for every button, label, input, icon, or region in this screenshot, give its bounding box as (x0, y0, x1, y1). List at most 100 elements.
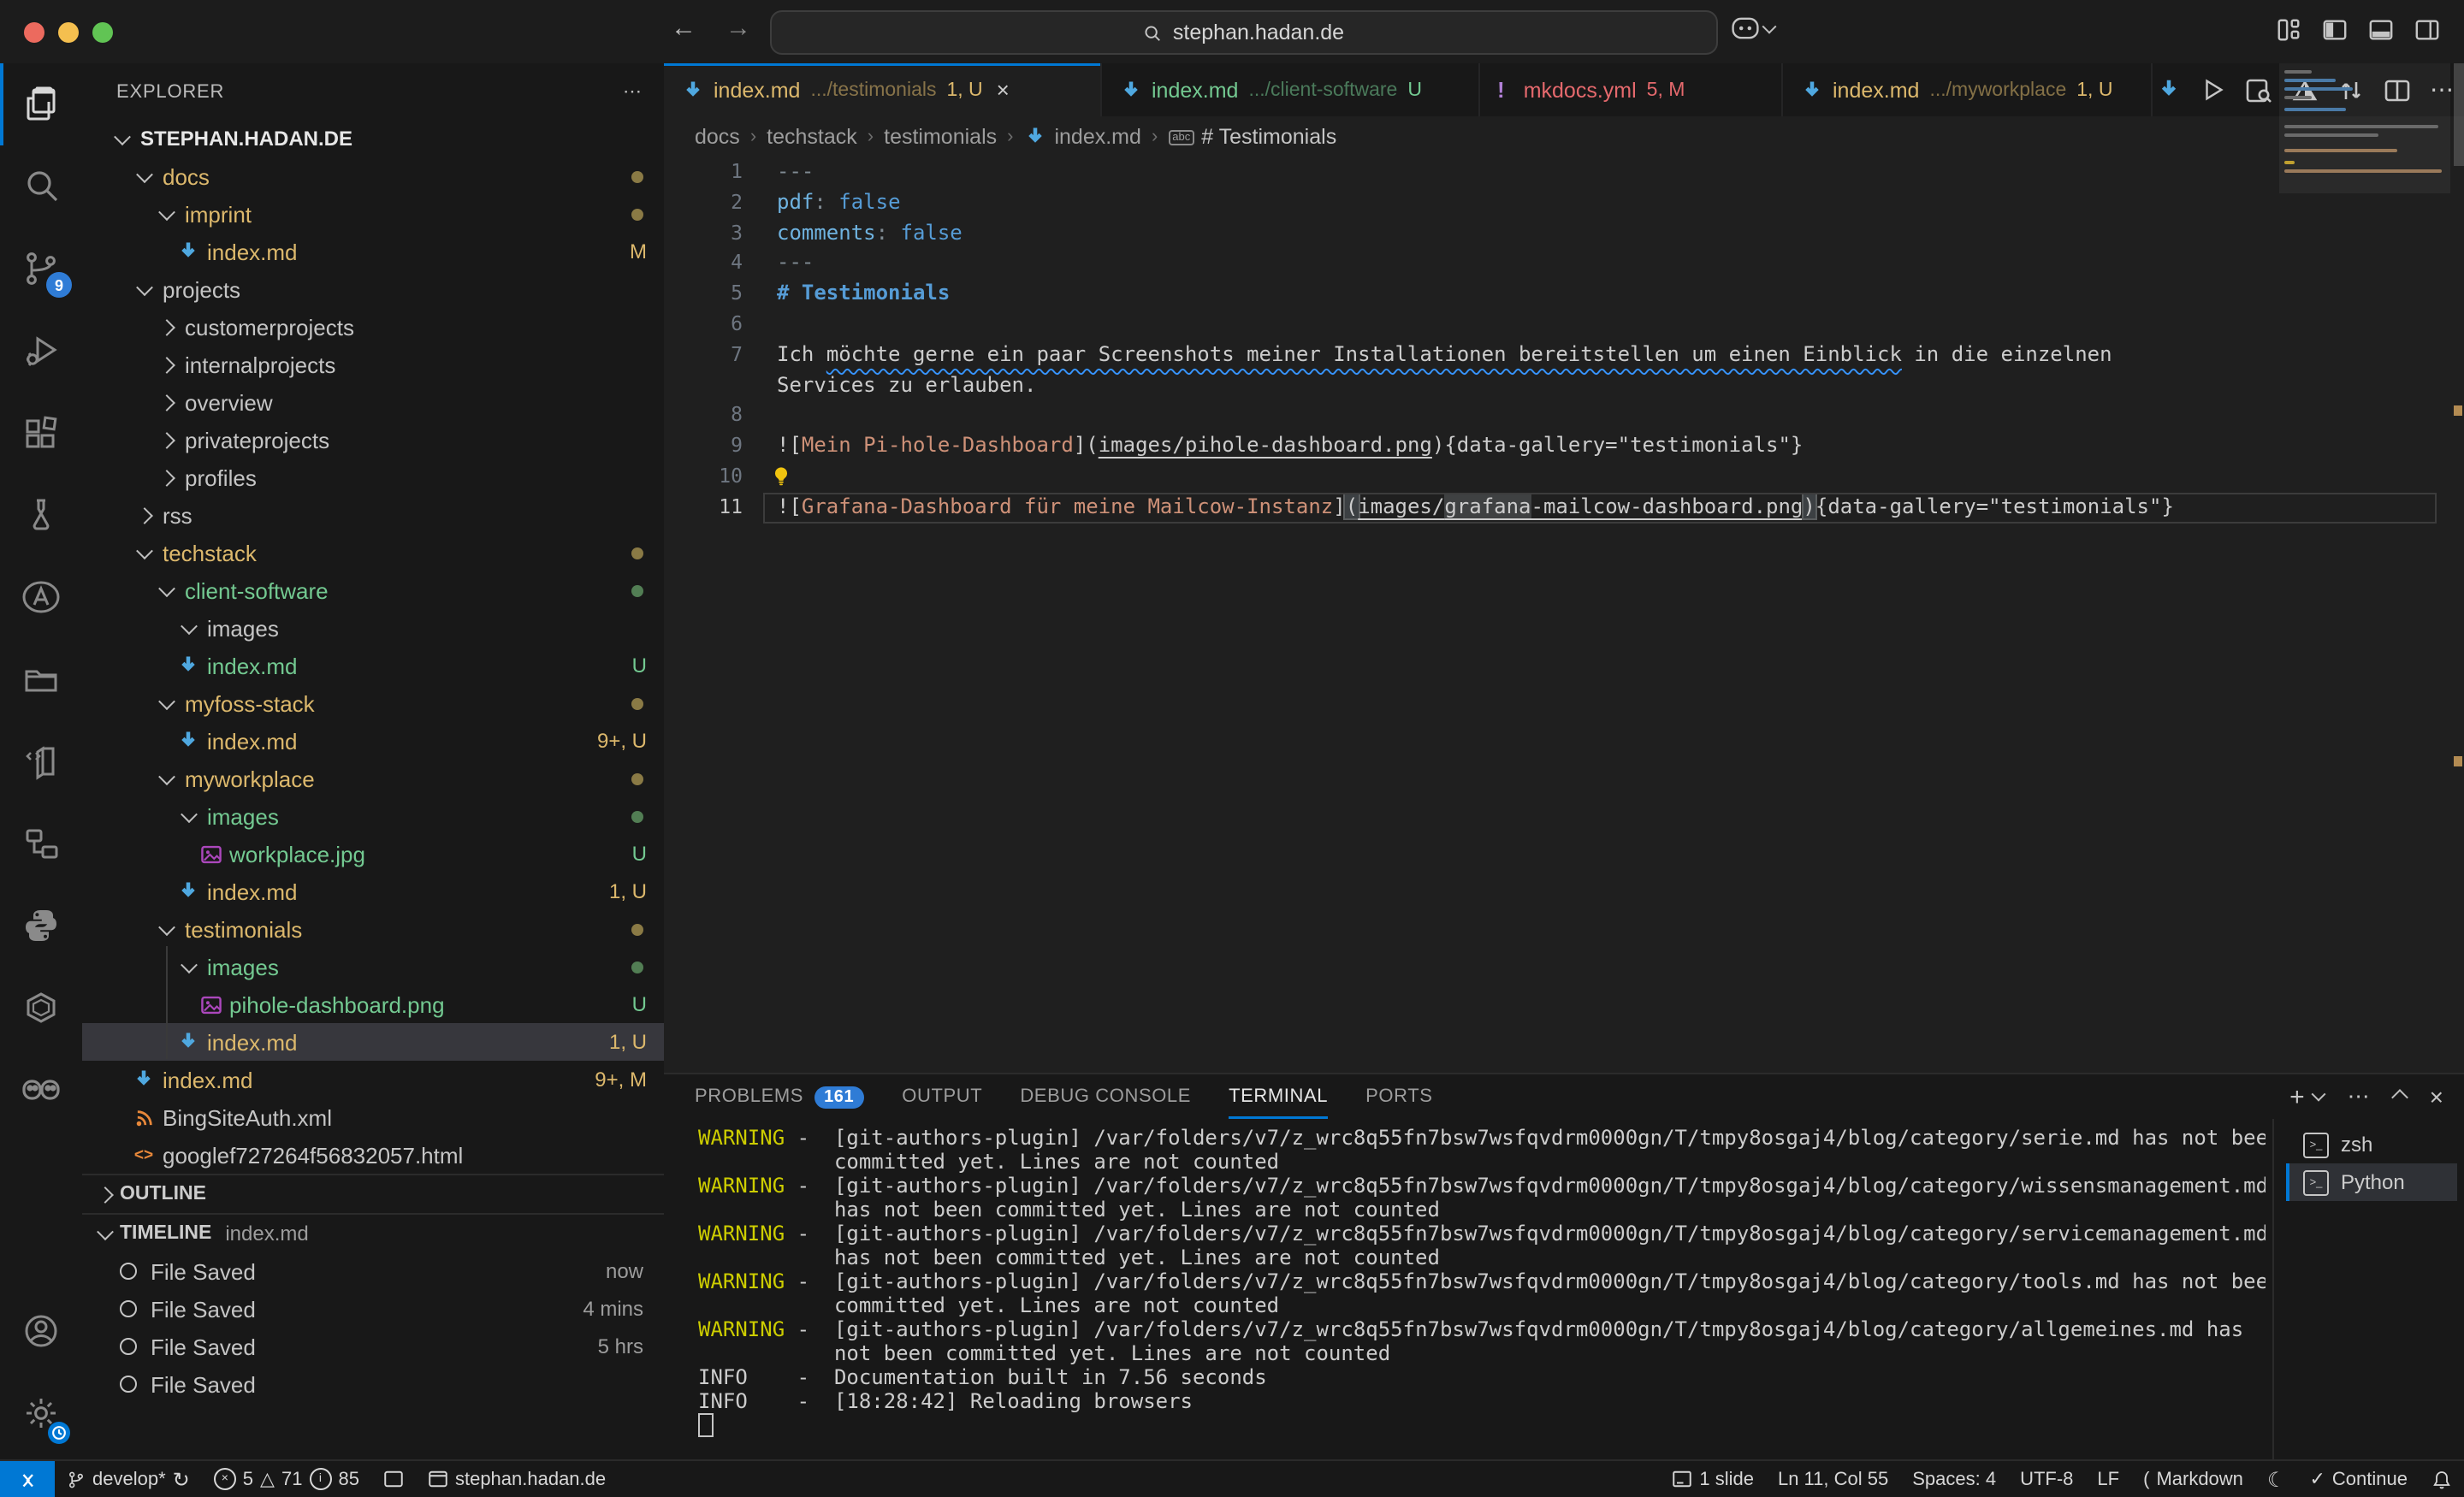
tree-item-folder[interactable]: client-software (82, 571, 664, 609)
git-branch-status[interactable]: develop* ↻ (55, 1461, 202, 1497)
continue-status[interactable]: ✓ Continue (2297, 1461, 2420, 1497)
forward-button[interactable]: → (726, 14, 751, 43)
copilot-menu[interactable] (1732, 17, 1774, 39)
encoding-status[interactable]: UTF-8 (2008, 1461, 2085, 1497)
markdown-arrow-icon[interactable] (2156, 77, 2182, 103)
close-tab-icon[interactable]: × (997, 77, 1010, 103)
slides-status[interactable]: 1 slide (1660, 1461, 1766, 1497)
editor-tab[interactable]: index.md.../myworkplace1, U (1783, 63, 2153, 116)
timeline-event[interactable]: File Saved (82, 1365, 664, 1403)
new-terminal-button[interactable]: + (2289, 1082, 2324, 1111)
terminal-instance-python[interactable]: >_Python (2286, 1163, 2457, 1201)
customize-layout-icon[interactable] (2276, 17, 2301, 43)
code-line[interactable]: 9![Mein Pi-hole-Dashboard](images/pihole… (664, 431, 2464, 462)
minimap[interactable] (2279, 63, 2450, 200)
breadcrumb-item[interactable]: abc# Testimonials (1168, 125, 1336, 149)
terminal-instance-zsh[interactable]: >_zsh (2286, 1126, 2457, 1163)
terminal-output[interactable]: WARNING - [git-authors-plugin] /var/fold… (698, 1126, 2266, 1461)
tree-item-file[interactable]: index.md9+, M (82, 1061, 664, 1098)
tree-item-folder[interactable]: myfoss-stack (82, 684, 664, 722)
panel-tab-terminal[interactable]: TERMINAL (1229, 1074, 1328, 1119)
open-preview-icon[interactable] (2245, 76, 2272, 104)
tree-item-folder[interactable]: imprint (82, 195, 664, 233)
moon-status-icon[interactable]: ☾ (2255, 1461, 2298, 1497)
explorer-view-icon[interactable] (0, 63, 82, 145)
editor-scrollbar[interactable] (2454, 63, 2464, 166)
breadcrumb-item[interactable]: testimonials (884, 125, 997, 149)
indentation-status[interactable]: Spaces: 4 (1900, 1461, 2008, 1497)
panel-tab-debug-console[interactable]: DEBUG CONSOLE (1020, 1074, 1191, 1119)
timeline-event[interactable]: File Savednow (82, 1252, 664, 1290)
tree-item-folder[interactable]: profiles (82, 459, 664, 496)
python-view-icon[interactable] (0, 885, 82, 967)
source-control-view-icon[interactable]: 9 (0, 228, 82, 310)
tree-item-file[interactable]: index.mdM (82, 233, 664, 270)
breadcrumb-item[interactable]: docs (695, 125, 740, 149)
hexagon-extension-view-icon[interactable] (0, 967, 82, 1049)
code-line[interactable]: Services zu erlauben. (664, 370, 2464, 401)
code-line[interactable]: 4--- (664, 249, 2464, 280)
org-chart-view-icon[interactable] (0, 802, 82, 885)
settings-gear-icon[interactable] (0, 1372, 82, 1454)
code-line[interactable]: 2pdf: false (664, 188, 2464, 219)
timeline-event[interactable]: File Saved4 mins (82, 1290, 664, 1328)
tree-item-file[interactable]: index.mdU (82, 647, 664, 684)
tree-item-folder[interactable]: docs (82, 157, 664, 195)
faces-extension-view-icon[interactable] (0, 1049, 82, 1131)
code-line[interactable]: 8 (664, 401, 2464, 432)
command-center-search[interactable]: stephan.hadan.de (770, 10, 1718, 55)
code-line[interactable]: 1--- (664, 157, 2464, 188)
toggle-panel-icon[interactable] (2368, 17, 2394, 43)
tree-item-file[interactable]: BingSiteAuth.xml (82, 1098, 664, 1136)
tree-item-file[interactable]: pihole-dashboard.pngU (82, 985, 664, 1023)
editor-tab[interactable]: !mkdocs.yml5, M (1480, 63, 1783, 116)
code-line[interactable]: 6 (664, 310, 2464, 340)
code-line[interactable]: 11![Grafana-Dashboard für meine Mailcow-… (664, 493, 2464, 524)
eol-status[interactable]: LF (2085, 1461, 2131, 1497)
breadcrumb-item[interactable]: techstack (767, 125, 857, 149)
back-button[interactable]: ← (671, 14, 696, 43)
code-line[interactable]: 3comments: false (664, 218, 2464, 249)
tree-item-folder[interactable]: images (82, 797, 664, 835)
tree-item-folder[interactable]: customerprojects (82, 308, 664, 346)
timeline-event[interactable]: File Saved5 hrs (82, 1328, 664, 1365)
remote-indicator[interactable] (0, 1461, 55, 1497)
testing-view-icon[interactable] (0, 474, 82, 556)
toggle-primary-sidebar-icon[interactable] (2322, 17, 2348, 43)
outline-section-header[interactable]: OUTLINE (82, 1174, 664, 1213)
panel-tab-ports[interactable]: PORTS (1365, 1074, 1432, 1119)
code-line[interactable]: 7Ich möchte gerne ein paar Screenshots m… (664, 340, 2464, 371)
close-window-button[interactable] (24, 22, 44, 43)
panel-more-actions-icon[interactable]: ⋯ (2348, 1083, 2370, 1110)
code-editor[interactable]: 1---2pdf: false3comments: false4---5# Te… (664, 157, 2464, 1073)
tree-item-folder[interactable]: testimonials (82, 910, 664, 948)
language-mode-status[interactable]: ( Markdown (2131, 1461, 2255, 1497)
tree-item-folder[interactable]: techstack (82, 534, 664, 571)
tree-item-file[interactable]: <>googlef727264f56832057.html (82, 1136, 664, 1174)
notifications-bell[interactable] (2420, 1461, 2464, 1497)
editor-tab[interactable]: index.md.../testimonials1, U× (664, 63, 1102, 116)
breadcrumb-item[interactable]: index.md (1023, 125, 1140, 149)
account-icon[interactable] (0, 1290, 82, 1372)
tree-item-file[interactable]: index.md1, U (82, 873, 664, 910)
tree-item-folder[interactable]: images (82, 948, 664, 985)
exit-preview-view-icon[interactable] (0, 720, 82, 802)
close-panel-icon[interactable]: × (2430, 1083, 2443, 1110)
run-and-debug-view-icon[interactable] (0, 310, 82, 392)
tree-item-folder[interactable]: projects (82, 270, 664, 308)
timeline-section-header[interactable]: TIMELINE index.md (82, 1213, 664, 1252)
cursor-position-status[interactable]: Ln 11, Col 55 (1766, 1461, 1900, 1497)
run-button-icon[interactable] (2200, 77, 2226, 103)
tree-item-folder[interactable]: rss (82, 496, 664, 534)
tree-item-folder[interactable]: STEPHAN.HADAN.DE (82, 120, 664, 157)
zoom-window-button[interactable] (92, 22, 113, 43)
tree-item-folder[interactable]: images (82, 609, 664, 647)
tree-item-folder[interactable]: myworkplace (82, 760, 664, 797)
editor-tab[interactable]: index.md.../client-softwareU (1102, 63, 1480, 116)
explorer-more-actions-icon[interactable]: ⋯ (623, 80, 643, 103)
panel-tab-problems[interactable]: PROBLEMS161 (695, 1074, 864, 1119)
tree-item-folder[interactable]: privateprojects (82, 421, 664, 459)
panel-tab-output[interactable]: OUTPUT (902, 1074, 982, 1119)
maximize-panel-icon[interactable] (2391, 1088, 2408, 1105)
tree-item-folder[interactable]: overview (82, 383, 664, 421)
